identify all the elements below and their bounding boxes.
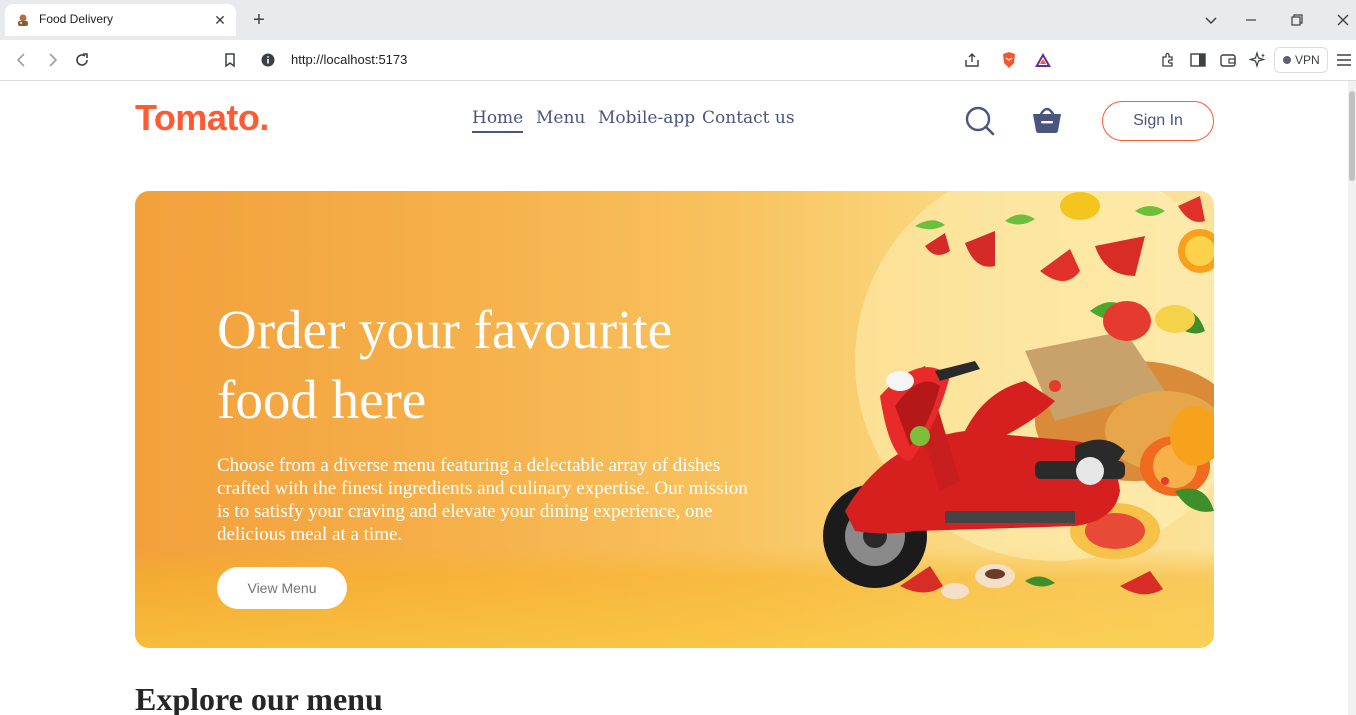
hero-description: Choose from a diverse menu featuring a d… (217, 455, 748, 545)
new-tab-icon[interactable]: + (248, 9, 270, 31)
leo-ai-icon[interactable] (1248, 50, 1268, 70)
sign-in-button[interactable]: Sign In (1102, 101, 1214, 141)
address-bar[interactable]: http://localhost:5173 (252, 45, 1073, 75)
view-menu-button[interactable]: View Menu (217, 567, 347, 609)
vpn-status-icon (1283, 56, 1291, 64)
nav-mobile-app[interactable]: Mobile-app (598, 108, 695, 128)
explore-menu-heading: Explore our menu (135, 681, 383, 715)
tab-search-chevron-icon[interactable] (1199, 8, 1223, 32)
minimize-icon[interactable] (1239, 8, 1263, 32)
extensions-icon[interactable] (1158, 50, 1178, 70)
nav-contact-us[interactable]: Contact us (702, 108, 795, 128)
page-viewport: Tomato. Home Menu Mobile-app Contact us … (0, 81, 1348, 715)
vpn-button[interactable]: VPN (1274, 47, 1328, 73)
restore-icon[interactable] (1285, 8, 1309, 32)
close-window-icon[interactable] (1331, 8, 1355, 32)
share-icon[interactable] (963, 51, 981, 69)
back-icon[interactable] (12, 50, 32, 70)
wallet-icon[interactable] (1218, 50, 1238, 70)
hero-banner: Order your favourite food here Choose fr… (135, 191, 1214, 648)
reload-icon[interactable] (72, 50, 92, 70)
nav-menu[interactable]: Menu (536, 108, 585, 128)
scrollbar-thumb[interactable] (1349, 91, 1355, 181)
brave-shield-icon[interactable] (1000, 51, 1018, 69)
brave-rewards-icon[interactable] (1034, 51, 1052, 69)
url-text[interactable]: http://localhost:5173 (291, 52, 407, 67)
sidebar-icon[interactable] (1188, 50, 1208, 70)
page-scrollbar[interactable] (1348, 81, 1356, 715)
vpn-label: VPN (1295, 53, 1320, 67)
menu-icon[interactable] (1334, 50, 1354, 70)
site-info-icon[interactable] (261, 53, 275, 67)
tab-title: Food Delivery (39, 12, 114, 26)
hero-title: Order your favourite food here (217, 299, 673, 430)
bookmark-icon[interactable] (220, 50, 240, 70)
tab-strip: Food Delivery ✕ + (0, 0, 1356, 40)
site-logo[interactable]: Tomato. (135, 97, 269, 139)
browser-toolbar: http://localhost:5173 VPN (0, 40, 1356, 81)
search-icon[interactable] (964, 105, 996, 137)
close-tab-icon[interactable]: ✕ (210, 10, 230, 30)
food-favicon-icon (18, 14, 28, 26)
forward-icon[interactable] (42, 50, 62, 70)
nav-home[interactable]: Home (472, 108, 524, 133)
basket-icon[interactable] (1031, 103, 1063, 135)
browser-tab[interactable]: Food Delivery ✕ (5, 4, 236, 36)
